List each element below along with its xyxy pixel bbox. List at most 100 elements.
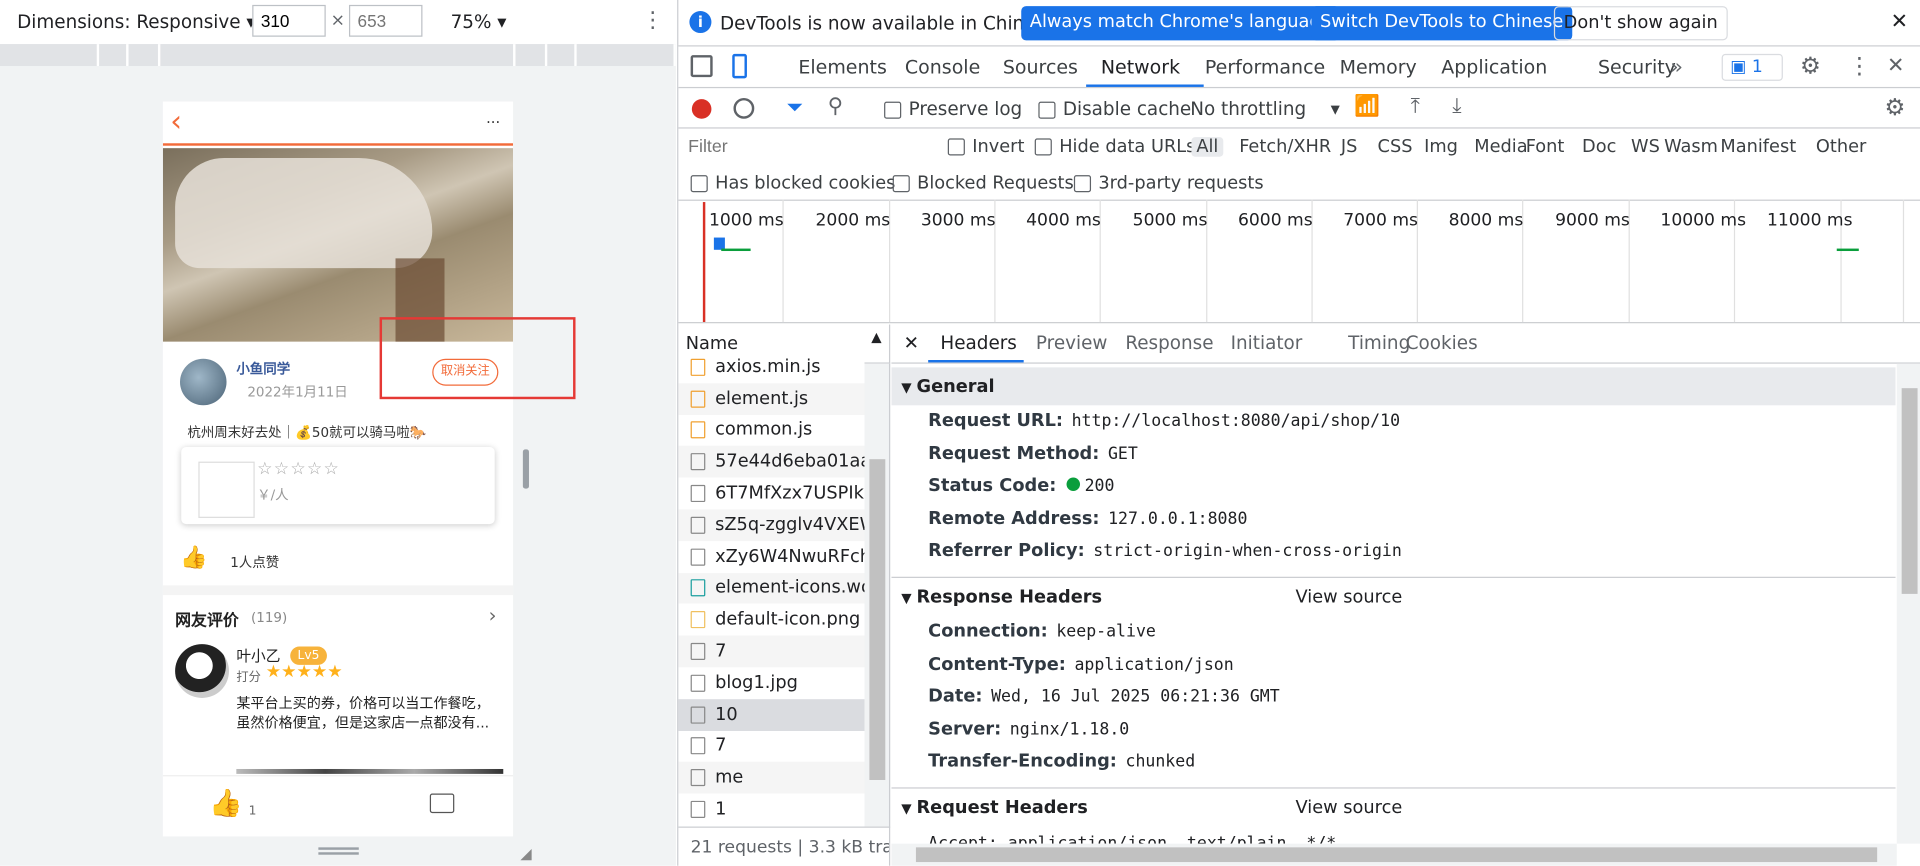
view-source-link[interactable]: View source	[1296, 798, 1403, 818]
network-settings-icon[interactable]: ⚙	[1885, 94, 1906, 121]
width-input[interactable]	[252, 4, 326, 37]
request-row[interactable]: sZ5q-zgglv4VXEW.	[678, 509, 865, 541]
filter-type-wasm[interactable]: Wasm	[1664, 137, 1718, 157]
hide-data-urls-checkbox[interactable]: Hide data URLs	[1034, 137, 1195, 157]
settings-icon[interactable]: ⚙	[1800, 53, 1821, 80]
filter-type-other[interactable]: Other	[1816, 137, 1866, 157]
network-conditions-icon[interactable]: 📶	[1354, 94, 1380, 118]
timeline-bar-green	[721, 248, 751, 252]
request-row[interactable]: 6T7MfXzx7USPIkSy	[678, 477, 865, 510]
request-row[interactable]: element.js	[678, 383, 865, 415]
bottom-like-icon[interactable]: 👍	[209, 789, 243, 820]
avatar[interactable]	[180, 358, 227, 406]
resize-handle-right[interactable]	[522, 449, 529, 489]
resize-handle-bottom[interactable]	[318, 847, 359, 855]
clear-icon[interactable]	[733, 97, 755, 119]
detail-tab-cookies[interactable]: Cookies	[1406, 332, 1478, 354]
header-key: Request URL:	[928, 411, 1064, 432]
tab-memory[interactable]: Memory	[1340, 56, 1417, 78]
file-type-icon	[690, 642, 706, 661]
shop-card[interactable]: ☆☆☆☆☆ ￥/人	[181, 446, 495, 525]
detail-tab-initiator[interactable]: Initiator	[1231, 332, 1303, 354]
export-har-icon[interactable]: ⤓	[1452, 94, 1461, 118]
timeline-label: 3000 ms	[920, 210, 996, 231]
detail-tab-preview[interactable]: Preview	[1036, 332, 1107, 354]
request-row[interactable]: 57e44d6eba01aad	[678, 446, 865, 478]
close-devtools-icon[interactable]: ✕	[1887, 54, 1904, 78]
headers-hscrollbar[interactable]	[891, 843, 1897, 866]
detail-tab-headers[interactable]: Headers	[940, 332, 1016, 354]
filter-icon[interactable]: ⏷	[786, 96, 803, 120]
tab-application[interactable]: Application	[1441, 56, 1547, 78]
back-icon[interactable]: ‹	[170, 104, 182, 138]
record-icon[interactable]	[691, 99, 712, 119]
more-options-icon[interactable]: ⋮	[642, 7, 664, 33]
detail-tab-response[interactable]: Response	[1125, 332, 1213, 354]
more-icon[interactable]: ···	[486, 114, 500, 131]
resize-corner-icon[interactable]: ◢	[520, 845, 531, 862]
filter-type-img[interactable]: Img	[1424, 137, 1458, 157]
filter-type-ws[interactable]: WS	[1631, 137, 1660, 157]
match-language-button[interactable]: Always match Chrome's language	[1021, 6, 1341, 41]
tab-performance[interactable]: Performance	[1205, 56, 1325, 78]
request-row[interactable]: axios.min.js	[678, 351, 865, 384]
request_headers-section-header[interactable]: ▼ Request Headers View source	[891, 787, 1896, 825]
import-har-icon[interactable]: ⤒	[1411, 94, 1420, 118]
zoom-dropdown[interactable]: 75% ▾	[451, 11, 507, 33]
tab-console[interactable]: Console	[905, 56, 980, 78]
blocked-requests-checkbox[interactable]: Blocked Requests	[892, 174, 1074, 193]
reviewer-avatar[interactable]	[175, 644, 229, 698]
request-row[interactable]: common.js	[678, 414, 865, 447]
filter-input[interactable]	[683, 132, 929, 162]
filter-type-manifest[interactable]: Manifest	[1720, 137, 1796, 157]
close-detail-icon[interactable]: ✕	[904, 332, 919, 354]
request-row[interactable]: element-icons.woff	[678, 572, 865, 605]
tab-network[interactable]: Network	[1101, 56, 1180, 78]
request-row[interactable]: blog1.jpg	[678, 667, 865, 699]
tab-security[interactable]: Security	[1598, 56, 1676, 78]
preserve-log-checkbox[interactable]: Preserve log	[884, 98, 1022, 120]
filter-type-all[interactable]: All	[1191, 137, 1224, 157]
detail-tab-timing[interactable]: Timing	[1348, 332, 1410, 354]
general-section-header[interactable]: ▼ General	[891, 367, 1896, 406]
comment-icon[interactable]	[429, 793, 455, 814]
more-tabs-icon[interactable]: »	[1670, 55, 1683, 79]
third-party-checkbox[interactable]: 3rd-party requests	[1073, 174, 1264, 193]
dont-show-again-button[interactable]: Don't show again	[1553, 6, 1728, 41]
throttling-select[interactable]: No throttling ▾	[1190, 98, 1340, 120]
filter-type-media[interactable]: Media	[1474, 137, 1527, 157]
request-row[interactable]: me	[678, 762, 865, 794]
response_headers-section-header[interactable]: ▼ Response Headers View source	[891, 576, 1896, 615]
chevron-right-icon[interactable]: ›	[489, 604, 497, 627]
inspect-icon[interactable]	[690, 55, 713, 78]
filter-type-js[interactable]: JS	[1341, 137, 1358, 157]
tab-elements[interactable]: Elements	[798, 56, 886, 78]
disable-cache-checkbox[interactable]: Disable cache	[1038, 98, 1191, 120]
request-row[interactable]: default-icon.png	[678, 604, 865, 636]
tab-sources[interactable]: Sources	[1003, 56, 1078, 78]
filter-type-fetchxhr[interactable]: Fetch/XHR	[1239, 137, 1331, 157]
device-toggle-icon[interactable]	[732, 53, 747, 79]
view-source-link[interactable]: View source	[1296, 588, 1403, 608]
request-row[interactable]: 10	[678, 698, 865, 731]
request-row[interactable]: 7	[678, 635, 865, 668]
filter-type-font[interactable]: Font	[1526, 137, 1565, 157]
height-input[interactable]	[348, 4, 423, 37]
blocked-cookies-checkbox[interactable]: Has blocked cookies	[690, 174, 895, 193]
issues-badge[interactable]: ▣ 1	[1721, 53, 1783, 81]
request-row[interactable]: xZy6W4NwuRFchl.	[678, 540, 865, 573]
filter-type-css[interactable]: CSS	[1378, 137, 1413, 157]
filter-type-doc[interactable]: Doc	[1582, 137, 1616, 157]
request-row[interactable]: 7	[678, 730, 865, 763]
dimensions-dropdown[interactable]: Dimensions: Responsive ▾	[17, 11, 256, 33]
author-name[interactable]: 小鱼同学	[236, 359, 290, 379]
request-list-scrollbar[interactable]	[864, 363, 891, 827]
search-icon[interactable]: ⚲	[828, 94, 843, 118]
customize-menu-icon[interactable]: ⋮	[1848, 53, 1871, 80]
headers-vscrollbar[interactable]	[1896, 363, 1920, 844]
close-infobar-icon[interactable]: ✕	[1891, 10, 1908, 34]
switch-chinese-button[interactable]: Switch DevTools to Chinese	[1311, 6, 1572, 41]
request-row[interactable]: 1	[678, 793, 865, 826]
invert-checkbox[interactable]: Invert	[947, 137, 1024, 157]
like-icon[interactable]: 👍	[180, 545, 207, 571]
